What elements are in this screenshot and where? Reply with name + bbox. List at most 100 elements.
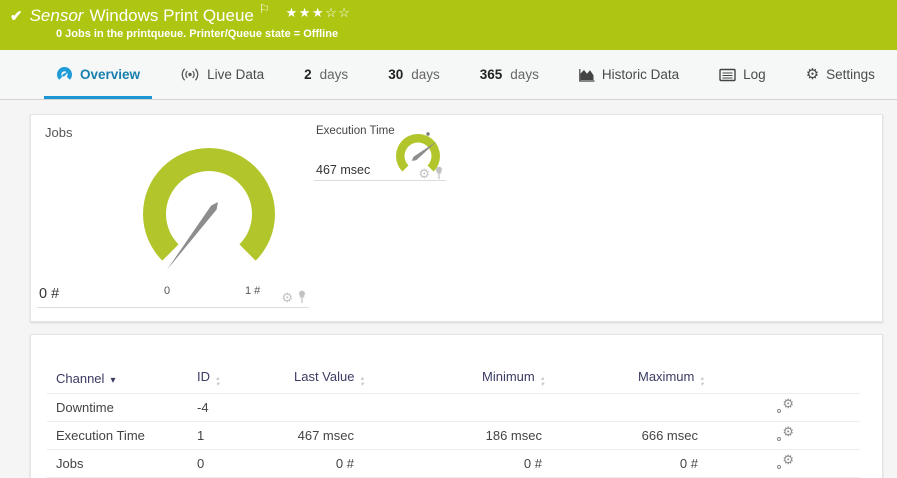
spacer-cell [706,421,776,449]
overview-content: Jobs 0 # 0 1 # ⚙ [0,100,897,478]
tab-30-days[interactable]: 30 days [376,50,452,99]
column-header-maximum-label: Maximum [638,369,694,384]
column-spacer [550,365,638,393]
last-value-cell: 0 # [294,449,362,477]
execution-time-gauge-actions: ⚙ [418,166,444,180]
tab-30-days-unit: days [411,67,440,82]
sort-toggle-icon: ▴▾ [700,376,703,388]
spacer-cell [550,449,638,477]
tab-30-days-number: 30 [388,67,403,82]
tab-overview[interactable]: Overview [44,50,152,99]
execution-time-gauge-widget: Execution Time 467 msec ⚙ [314,123,446,181]
tab-bar: Overview Live Data 2 days 30 days 365 da… [0,50,897,100]
tab-365-days[interactable]: 365 days [468,50,551,99]
column-header-last-value-label: Last Value [294,369,354,384]
edit-channel-gear-icon[interactable]: ⚙ [776,398,794,414]
pin-icon[interactable] [297,290,307,304]
channel-actions-cell: ⚙ [776,421,816,449]
minimum-cell [482,393,550,421]
last-value-cell [294,393,362,421]
column-header-minimum-label: Minimum [482,369,535,384]
priority-stars[interactable]: ★★★☆☆ [286,5,352,21]
gauges-panel: Jobs 0 # 0 1 # ⚙ [30,114,883,322]
column-header-id-label: ID [197,369,210,384]
sensor-name: Windows Print Queue [89,6,253,26]
sort-toggle-icon: ▴▾ [360,376,363,388]
execution-time-current-value: 467 msec [316,163,370,177]
tab-live-data-label: Live Data [207,67,264,82]
column-header-minimum[interactable]: Minimum ▴▾ [482,365,550,393]
column-header-channel[interactable]: Channel ▾ [47,365,197,393]
tab-2-days[interactable]: 2 days [292,50,360,99]
spacer-cell [362,449,482,477]
column-header-id[interactable]: ID▴▾ [197,365,294,393]
tab-overview-label: Overview [80,67,140,82]
channel-id-cell: -4 [197,393,294,421]
spacer-cell [362,421,482,449]
minimum-cell: 186 msec [482,421,550,449]
sort-desc-icon: ▾ [110,375,115,386]
spacer-cell [816,393,860,421]
status-ok-check-icon: ✔ [10,7,23,25]
log-icon [719,68,736,82]
jobs-scale-min-label: 0 [164,285,170,297]
spacer-cell [706,393,776,421]
tab-historic-data-label: Historic Data [602,67,679,82]
column-header-actions [776,365,816,393]
channel-actions-cell: ⚙ [776,393,816,421]
column-spacer [706,365,776,393]
stars-filled[interactable]: ★★★ [286,5,325,20]
spacer-cell [816,421,860,449]
jobs-gauge-title: Jobs [45,125,72,140]
channel-name-cell[interactable]: Jobs [47,449,197,477]
column-header-last-value[interactable]: Last Value ▴▾ [294,365,362,393]
channel-name-cell[interactable]: Execution Time [47,421,197,449]
sensor-title-row: ✔ Sensor Windows Print Queue ⚐ ★★★☆☆ [8,6,887,26]
jobs-gauge-widget: Jobs 0 # 0 1 # ⚙ [37,123,309,308]
gear-icon: ⚙ [806,67,819,82]
table-row: Execution Time 1 467 msec 186 msec 666 m… [47,421,860,449]
minimum-cell: 0 # [482,449,550,477]
spacer-cell [816,449,860,477]
execution-time-gauge-title: Execution Time [316,125,395,137]
gauge-peak-marker [426,132,429,135]
tab-settings-label: Settings [826,67,875,82]
tab-365-days-number: 365 [480,67,503,82]
gauge-settings-gear-icon[interactable]: ⚙ [418,167,430,180]
tab-2-days-unit: days [320,67,349,82]
spacer-cell [362,393,482,421]
tab-log[interactable]: Log [707,50,778,99]
channels-panel: Channel▾ ID▴▾ Last Value▴▾ Minimum▴▾ [30,334,883,478]
jobs-scale-max-label: 1 # [245,285,260,297]
maximum-cell: 0 # [638,449,706,477]
pin-icon[interactable] [434,166,444,180]
jobs-current-value: 0 # [39,286,59,302]
spacer-cell [550,421,638,449]
sensor-header: ✔ Sensor Windows Print Queue ⚐ ★★★☆☆ 0 J… [0,0,897,50]
channel-name-cell[interactable]: Downtime [47,393,197,421]
gauge-icon [56,66,73,83]
edit-channel-gear-icon[interactable]: ⚙ [776,426,794,442]
table-row: Downtime -4 ⚙ [47,393,860,421]
stars-empty[interactable]: ☆☆ [325,5,351,20]
tab-live-data[interactable]: Live Data [168,50,276,99]
spacer-cell [706,449,776,477]
sort-toggle-icon: ▴▾ [541,376,544,388]
gauge-settings-gear-icon[interactable]: ⚙ [281,291,293,304]
column-header-maximum[interactable]: Maximum ▴▾ [638,365,706,393]
live-data-icon [180,67,200,82]
tab-2-days-number: 2 [304,67,312,82]
channel-actions-cell: ⚙ [776,449,816,477]
tab-historic-data[interactable]: Historic Data [567,50,691,99]
spacer-cell [550,393,638,421]
tab-settings[interactable]: ⚙ Settings [794,50,887,99]
flag-icon[interactable]: ⚐ [259,2,270,16]
maximum-cell [638,393,706,421]
jobs-gauge [133,137,285,297]
column-header-channel-label: Channel [56,371,104,386]
edit-channel-gear-icon[interactable]: ⚙ [776,454,794,470]
table-row: Jobs 0 0 # 0 # 0 # ⚙ [47,449,860,477]
maximum-cell: 666 msec [638,421,706,449]
area-chart-icon [579,67,595,82]
channel-id-cell: 0 [197,449,294,477]
